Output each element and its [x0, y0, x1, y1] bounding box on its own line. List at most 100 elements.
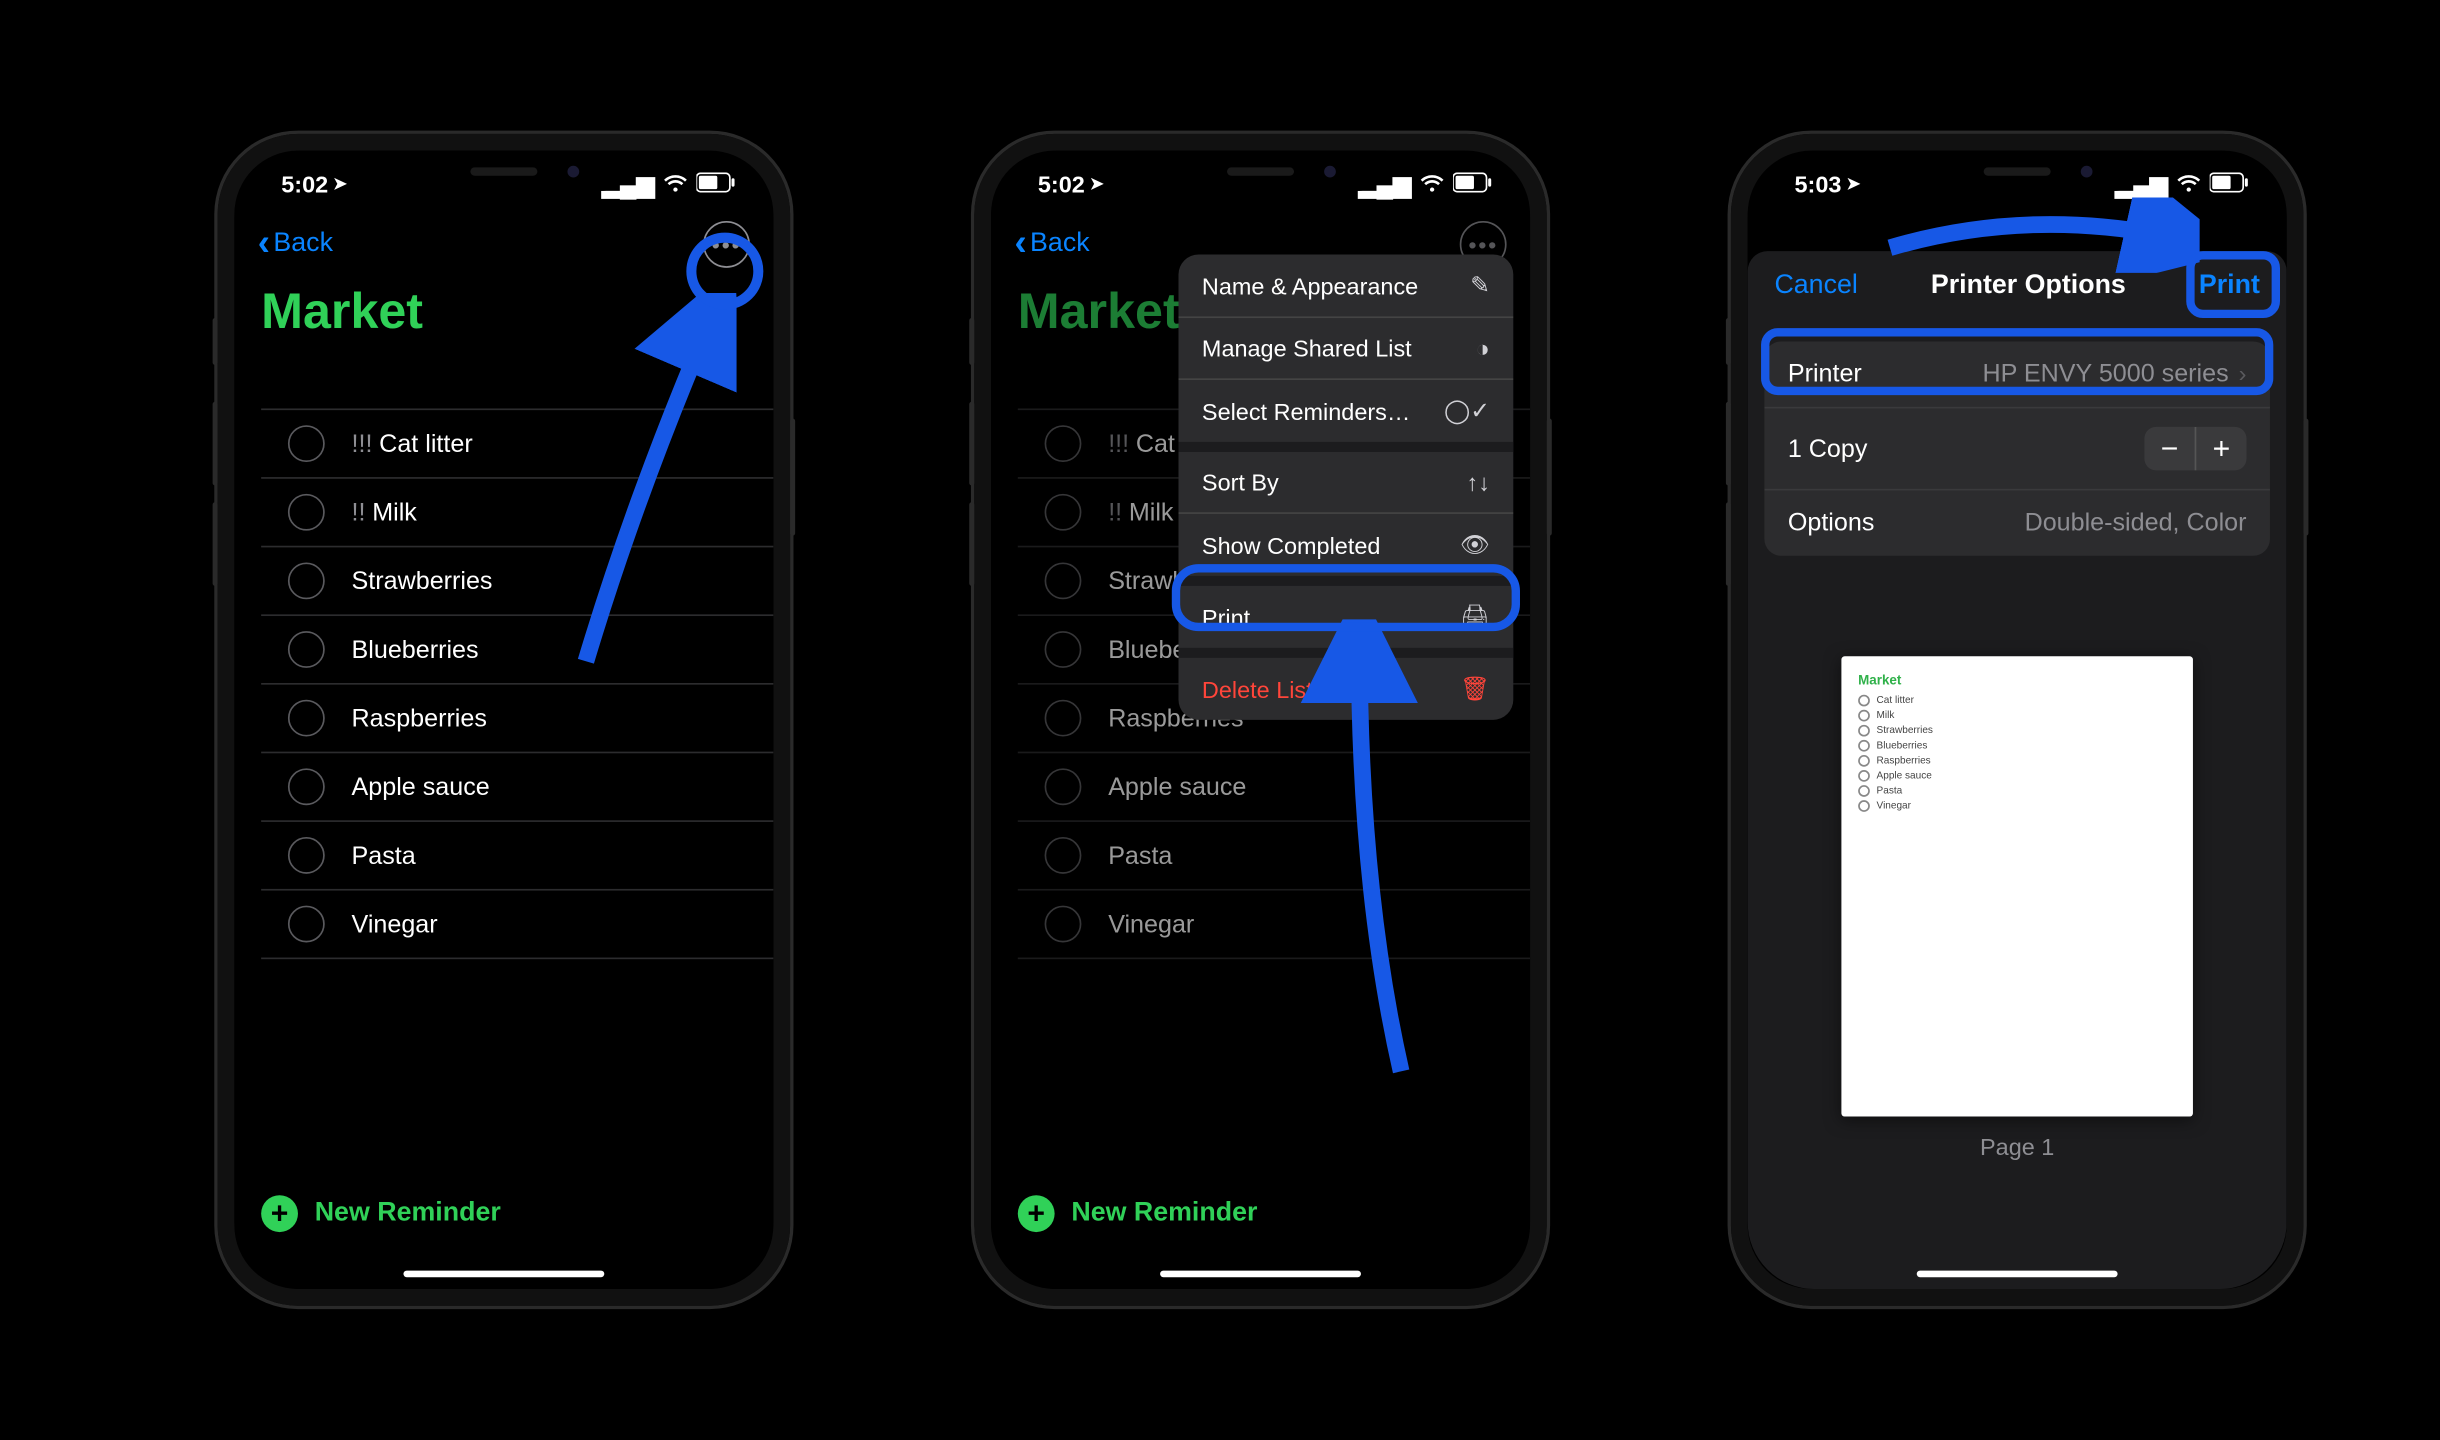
location-icon: ➤ — [333, 175, 347, 193]
complete-circle[interactable] — [288, 631, 325, 668]
notch — [1135, 151, 1386, 191]
phone-3: 5:03➤ ▂▄▆ Cancel Printer Options Print P… — [1731, 134, 2304, 1306]
reminder-row[interactable]: !!! Cat litter — [261, 408, 773, 478]
new-reminder-button[interactable]: + New Reminder — [1018, 1195, 1258, 1232]
phone-2: 5:02➤ ▂▄▆ ‹Back ••• Market !!!Cat litter… — [974, 134, 1547, 1306]
list-options-menu: Name & Appearance✎ Manage Shared List◑ S… — [1178, 254, 1513, 719]
options-value: Double-sided, Color — [2025, 509, 2247, 537]
complete-circle[interactable] — [1045, 494, 1082, 531]
battery-icon — [2210, 171, 2250, 198]
reminder-row[interactable]: Pasta — [1018, 822, 1530, 891]
reminder-text: Apple sauce — [352, 773, 490, 801]
menu-sort-by[interactable]: Sort By↑↓ — [1178, 452, 1513, 514]
complete-circle[interactable] — [288, 494, 325, 531]
plus-icon: + — [1018, 1195, 1055, 1232]
status-time: 5:03 — [1795, 171, 1842, 198]
reminder-text: Cat litter — [379, 429, 473, 457]
stepper-minus[interactable]: − — [2144, 427, 2194, 471]
menu-name-appearance[interactable]: Name & Appearance✎ — [1178, 254, 1513, 318]
reminder-row[interactable]: Apple sauce — [261, 753, 773, 822]
battery-icon — [1453, 171, 1493, 198]
reminder-text: Milk — [372, 498, 417, 526]
copies-row: 1 Copy − + — [1764, 408, 2270, 490]
reminder-text: Vinegar — [352, 910, 438, 938]
reminder-row[interactable]: Strawberries — [261, 547, 773, 616]
back-button[interactable]: ‹Back — [258, 228, 333, 261]
reminder-row[interactable]: Vinegar — [1018, 891, 1530, 960]
location-icon: ➤ — [1090, 175, 1104, 193]
menu-delete-list[interactable]: Delete List🗑 — [1178, 658, 1513, 720]
complete-circle[interactable] — [1045, 906, 1082, 943]
annotation-highlight — [1172, 564, 1520, 631]
reminder-row[interactable]: Raspberries — [261, 685, 773, 754]
back-label: Back — [1030, 229, 1090, 259]
complete-circle[interactable] — [288, 562, 325, 599]
complete-circle[interactable] — [1045, 837, 1082, 874]
new-reminder-label: New Reminder — [315, 1199, 501, 1229]
complete-circle[interactable] — [1045, 562, 1082, 599]
reminder-row[interactable]: Pasta — [261, 822, 773, 891]
reminder-text: Milk — [1129, 498, 1174, 526]
complete-circle[interactable] — [288, 837, 325, 874]
print-preview-page[interactable]: Market Cat litter Milk Strawberries Blue… — [1841, 656, 2193, 1116]
annotation-highlight — [686, 233, 763, 310]
new-reminder-label: New Reminder — [1071, 1199, 1257, 1229]
home-indicator[interactable] — [1160, 1271, 1361, 1278]
preview-title: Market — [1858, 673, 2176, 688]
cancel-button[interactable]: Cancel — [1774, 271, 1857, 301]
notch — [378, 151, 629, 191]
complete-circle[interactable] — [1045, 768, 1082, 805]
location-icon: ➤ — [1846, 175, 1860, 193]
status-time: 5:02 — [281, 171, 328, 198]
sort-icon: ↑↓ — [1466, 469, 1489, 496]
phone-1: 5:02➤ ▂▄▆ ‹Back ••• Market !!!Cat litter… — [218, 134, 791, 1306]
complete-circle[interactable] — [1045, 425, 1082, 462]
wifi-icon — [2176, 171, 2201, 198]
complete-circle[interactable] — [288, 906, 325, 943]
complete-circle[interactable] — [288, 768, 325, 805]
reminder-row[interactable]: !!Milk — [261, 479, 773, 548]
reminder-row[interactable]: Blueberries — [261, 616, 773, 685]
chevron-left-icon: ‹ — [258, 224, 270, 261]
printer-options-sheet: Cancel Printer Options Print Printer HP … — [1748, 251, 2287, 1289]
wifi-icon — [1420, 171, 1445, 198]
complete-circle[interactable] — [1045, 700, 1082, 737]
options-label: Options — [1788, 509, 1875, 537]
reminder-text: Strawberries — [352, 567, 493, 595]
battery-icon — [696, 171, 736, 198]
new-reminder-button[interactable]: + New Reminder — [261, 1195, 501, 1232]
reminder-text: Apple sauce — [1108, 773, 1246, 801]
back-label: Back — [273, 229, 333, 259]
reminder-text: Blueberries — [352, 635, 479, 663]
home-indicator[interactable] — [1917, 1271, 2118, 1278]
complete-circle[interactable] — [288, 700, 325, 737]
notch — [1892, 151, 2143, 191]
pencil-icon: ✎ — [1470, 271, 1490, 299]
back-button[interactable]: ‹Back — [1014, 228, 1089, 261]
reminder-text: Pasta — [352, 841, 416, 869]
copies-label: 1 Copy — [1788, 434, 1868, 462]
complete-circle[interactable] — [1045, 631, 1082, 668]
complete-circle[interactable] — [288, 425, 325, 462]
reminder-row[interactable]: Vinegar — [261, 891, 773, 960]
stepper-plus[interactable]: + — [2196, 427, 2246, 471]
reminder-text: Raspberries — [352, 704, 487, 732]
menu-select-reminders[interactable]: Select Reminders…◯✓ — [1178, 380, 1513, 452]
reminder-text: Pasta — [1108, 841, 1172, 869]
annotation-highlight-printer — [1761, 328, 2273, 395]
menu-manage-shared[interactable]: Manage Shared List◑ — [1178, 318, 1513, 380]
copies-stepper: − + — [2144, 427, 2246, 471]
options-row[interactable]: Options Double-sided, Color — [1764, 490, 2270, 555]
annotation-highlight-print — [2186, 251, 2280, 318]
priority-indicator: !!! — [352, 429, 373, 457]
home-indicator[interactable] — [403, 1271, 604, 1278]
priority-indicator: !! — [352, 498, 366, 526]
plus-icon: + — [261, 1195, 298, 1232]
reminder-row[interactable]: Apple sauce — [1018, 753, 1530, 822]
wifi-icon — [663, 171, 688, 198]
reminders-list: !!! Cat litter !!Milk Strawberries Bluebe… — [234, 358, 773, 959]
reminder-text: Vinegar — [1108, 910, 1194, 938]
trash-icon: 🗑 — [1460, 675, 1490, 703]
chevron-left-icon: ‹ — [1014, 224, 1026, 261]
page-label: Page 1 — [1980, 1133, 2054, 1160]
